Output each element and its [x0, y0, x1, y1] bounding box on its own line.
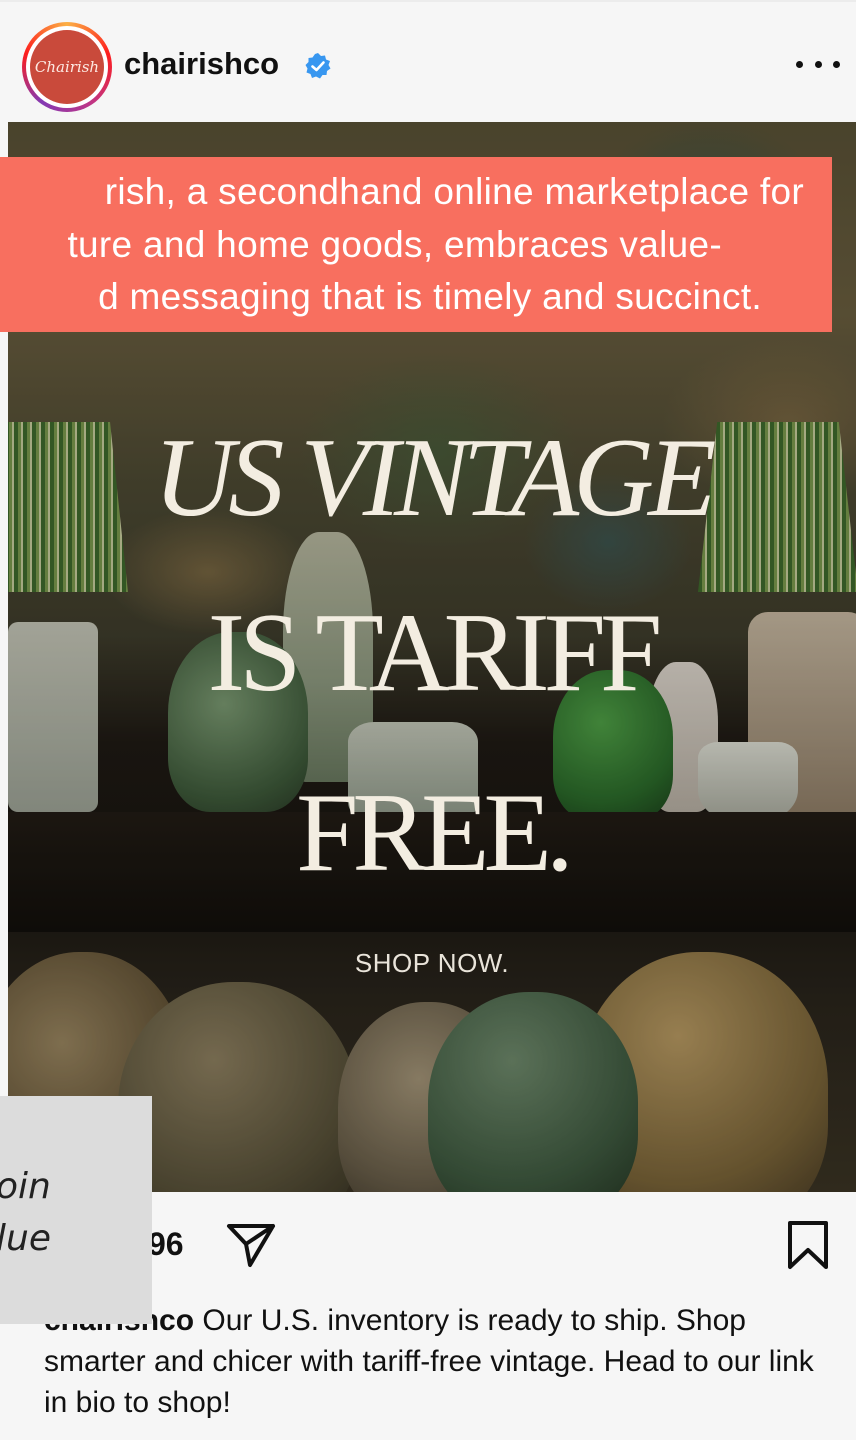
- post-container: Chairish chairishco US VINTAGE IS TARIFF…: [0, 0, 856, 1440]
- overlay-note-box: oin lue: [0, 1096, 152, 1324]
- annotation-banner: rish, a secondhand online marketplace fo…: [0, 157, 832, 332]
- shop-now-text: SHOP NOW.: [354, 948, 510, 978]
- avatar[interactable]: Chairish: [30, 30, 104, 104]
- headline-line-1: US VINTAGE: [153, 416, 717, 540]
- overlay-note-line-2: lue: [0, 1218, 51, 1259]
- share-icon[interactable]: [226, 1222, 276, 1268]
- banner-line-2: ture and home goods, embraces value-: [67, 224, 722, 265]
- engagement-count[interactable]: 96: [148, 1226, 184, 1263]
- avatar-logo-text: Chairish: [34, 58, 100, 76]
- more-options-icon[interactable]: [796, 46, 840, 82]
- banner-line-1: rish, a secondhand online marketplace fo…: [104, 171, 804, 212]
- verified-badge-icon: [305, 53, 331, 79]
- headline-line-2: IS TARIFF: [207, 591, 662, 715]
- post-header: Chairish chairishco: [0, 0, 856, 122]
- post-caption: chairishco Our U.S. inventory is ready t…: [44, 1300, 834, 1423]
- username[interactable]: chairishco: [124, 46, 279, 82]
- story-ring[interactable]: Chairish: [22, 22, 112, 112]
- bookmark-icon[interactable]: [786, 1220, 830, 1270]
- headline-line-3: FREE.: [296, 771, 574, 895]
- overlay-note-line-1: oin: [0, 1166, 51, 1207]
- banner-line-3: d messaging that is timely and succinct.: [98, 276, 762, 317]
